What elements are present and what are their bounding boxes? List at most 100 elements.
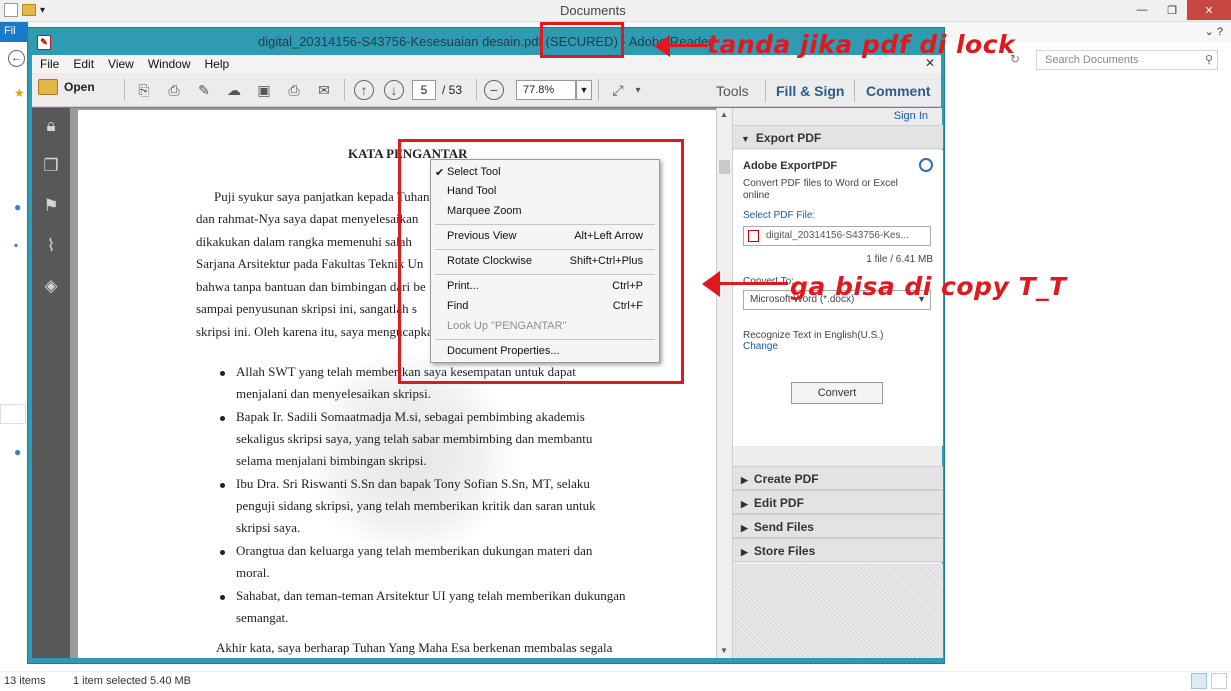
- details-view-icon[interactable]: [1191, 673, 1207, 689]
- lock-icon[interactable]: 🔒︎: [42, 116, 60, 136]
- customize-toolbar-icon[interactable]: ▾: [628, 80, 648, 100]
- comment-pane-button[interactable]: Comment: [866, 83, 931, 99]
- sign-in-link[interactable]: Sign In: [894, 110, 928, 122]
- page-thumbnails-icon[interactable]: ❐: [42, 156, 60, 176]
- open-folder-icon: [38, 79, 58, 95]
- search-input[interactable]: Search Documents ⚲: [1036, 50, 1218, 70]
- tools-pane-button[interactable]: Tools: [716, 83, 749, 99]
- reader-window-title: digital_20314156-S43756-Kesesuaian desai…: [258, 34, 713, 49]
- explorer-window-controls: — ❐ ✕: [1127, 0, 1231, 20]
- toolbar-divider: [598, 79, 599, 101]
- explorer-nav-selection[interactable]: [0, 404, 26, 424]
- bullet-line: semangat.: [236, 610, 289, 625]
- next-page-icon[interactable]: ↓: [384, 80, 404, 100]
- ribbon-expand-chevron-icon[interactable]: ⌄ ?: [1205, 25, 1223, 38]
- store-files-section-header[interactable]: ▶ Store Files: [733, 538, 943, 562]
- search-placeholder: Search Documents: [1045, 54, 1139, 66]
- open-button[interactable]: Open: [38, 79, 95, 95]
- network-icon[interactable]: ●: [14, 445, 21, 459]
- bullet-line: moral.: [236, 565, 270, 580]
- menu-help[interactable]: Help: [197, 55, 236, 73]
- edit-pdf-section-header[interactable]: ▶ Edit PDF: [733, 490, 943, 514]
- paragraph-line: dan rahmat-Nya saya dapat menyelesaikan: [196, 211, 419, 226]
- navigation-pane: 🔒︎ ❐ ⚑ ⌇ ◈: [32, 108, 70, 658]
- toolbar-divider: [765, 80, 766, 102]
- close-button[interactable]: ✕: [1187, 0, 1231, 20]
- toolbar-divider: [854, 80, 855, 102]
- print-icon[interactable]: ⎙: [284, 80, 304, 100]
- zoom-dropdown-icon[interactable]: ▼: [576, 80, 592, 100]
- sign-icon[interactable]: ✎: [194, 80, 214, 100]
- annotation-arrow-line: [664, 44, 708, 47]
- paragraph-line: bahwa tanpa bantuan dan bimbingan dari b…: [196, 279, 426, 294]
- scrollbar-thumb[interactable]: [719, 160, 730, 174]
- adobe-reader-app-icon: ✎: [37, 35, 51, 50]
- explorer-status-bar: 13 items 1 item selected 5.40 MB: [0, 671, 1231, 691]
- customize-chevron-icon[interactable]: ▾: [40, 5, 45, 16]
- export-pdf-section-label: Export PDF: [755, 131, 822, 145]
- create-pdf-section-label: Create PDF: [753, 472, 819, 486]
- secured-highlight-box: [540, 22, 624, 58]
- bullet-line: Orangtua dan keluarga yang telah memberi…: [236, 543, 593, 558]
- scroll-down-icon[interactable]: ▼: [720, 646, 728, 655]
- bullet-marker: [220, 416, 225, 421]
- bullet-line: Ibu Dra. Sri Riswanti S.Sn dan bapak Ton…: [236, 476, 590, 491]
- toolbar-divider: [476, 79, 477, 101]
- create-pdf-icon[interactable]: ⎘: [134, 80, 154, 100]
- bullet-line: Sahabat, dan teman-teman Arsitektur UI y…: [236, 588, 626, 603]
- menu-window[interactable]: Window: [140, 55, 197, 73]
- zoom-input[interactable]: 77.8%: [516, 80, 576, 100]
- properties-icon[interactable]: [4, 3, 18, 17]
- expand-triangle-icon: ▶: [741, 475, 748, 485]
- new-folder-icon[interactable]: [22, 4, 36, 16]
- quick-access-toolbar: ▾: [4, 3, 45, 17]
- export-pdf-icon[interactable]: ⎙: [164, 80, 184, 100]
- document-scrollbar[interactable]: ▲ ▼: [716, 108, 732, 658]
- view-switcher: [1191, 673, 1227, 689]
- zoom-out-icon[interactable]: −: [484, 80, 504, 100]
- create-pdf-section-header[interactable]: ▶ Create PDF: [733, 466, 943, 490]
- file-tab[interactable]: Fil: [0, 22, 28, 42]
- upload-cloud-icon[interactable]: ☁: [224, 80, 244, 100]
- favorites-star-icon[interactable]: ★: [14, 86, 25, 100]
- toolbar-divider: [124, 79, 125, 101]
- minimize-button[interactable]: —: [1127, 0, 1157, 20]
- expand-triangle-icon: ▶: [741, 547, 748, 557]
- attachment-paperclip-icon[interactable]: ⌇: [42, 236, 60, 256]
- export-globe-icon: [919, 158, 933, 172]
- open-label: Open: [64, 80, 95, 94]
- email-icon[interactable]: ✉: [314, 80, 334, 100]
- large-icons-view-icon[interactable]: [1211, 673, 1227, 689]
- export-title: Adobe ExportPDF: [743, 160, 838, 172]
- edit-pdf-section-label: Edit PDF: [753, 496, 804, 510]
- menu-edit[interactable]: Edit: [65, 55, 100, 73]
- page-number-input[interactable]: 5: [412, 80, 436, 100]
- bullet-marker: [220, 595, 225, 600]
- homegroup-icon[interactable]: ●: [14, 200, 21, 214]
- back-arrow-icon[interactable]: ←: [8, 50, 25, 67]
- scroll-up-icon[interactable]: ▲: [720, 110, 728, 119]
- toolbar-divider: [344, 79, 345, 101]
- convert-button[interactable]: Convert: [791, 382, 883, 404]
- change-language-link[interactable]: Change: [743, 341, 778, 352]
- pdf-file-icon: [748, 230, 759, 242]
- explorer-titlebar: ▾ Documents — ❐ ✕: [0, 0, 1231, 22]
- export-pdf-section-header[interactable]: ▼ Export PDF: [733, 125, 943, 149]
- bullet-line: skripsi saya.: [236, 520, 301, 535]
- annotation-arrowhead-icon: [702, 271, 720, 297]
- computer-icon[interactable]: ▪: [14, 238, 18, 252]
- save-icon[interactable]: ▣: [254, 80, 274, 100]
- selected-file-field[interactable]: digital_20314156-S43756-Kes...: [743, 226, 931, 246]
- annotation-arrowhead-icon: [654, 35, 670, 57]
- send-files-section-header[interactable]: ▶ Send Files: [733, 514, 943, 538]
- layers-icon[interactable]: ◈: [42, 276, 60, 296]
- menu-file[interactable]: File: [32, 55, 65, 73]
- fill-sign-pane-button[interactable]: Fill & Sign: [776, 83, 844, 99]
- bookmark-icon[interactable]: ⚑: [42, 196, 60, 216]
- previous-page-icon[interactable]: ↑: [354, 80, 374, 100]
- menu-view[interactable]: View: [100, 55, 140, 73]
- restore-button[interactable]: ❐: [1157, 0, 1187, 20]
- bullet-line: sekaligus skripsi saya, yang telah sabar…: [236, 431, 593, 446]
- full-screen-icon[interactable]: ⤢: [608, 80, 628, 100]
- select-pdf-file-label[interactable]: Select PDF File:: [743, 210, 815, 221]
